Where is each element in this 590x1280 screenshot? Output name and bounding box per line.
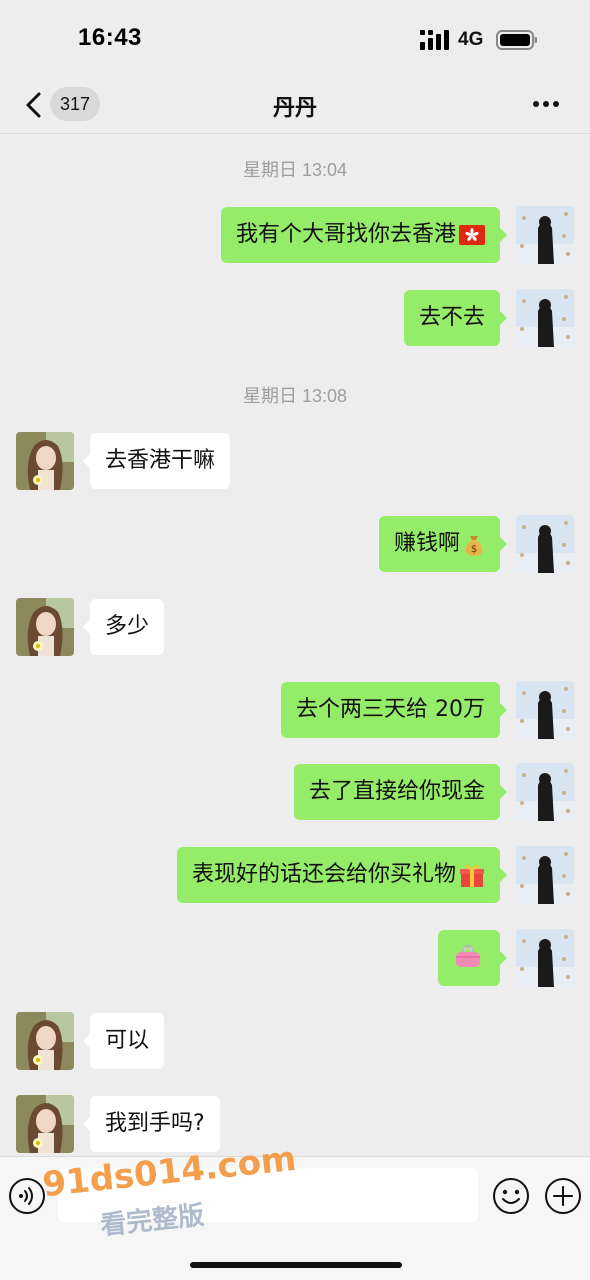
message-text: 多少 bbox=[105, 614, 150, 639]
emoji-icon[interactable] bbox=[492, 1177, 530, 1215]
battery-icon bbox=[496, 30, 537, 50]
outgoing-message-bubble[interactable]: 去个两三天给 20万 bbox=[281, 682, 507, 738]
my-avatar[interactable] bbox=[516, 681, 574, 739]
message-timestamp: 星期日 13:08 bbox=[242, 386, 348, 406]
chat-title: 丹丹 bbox=[272, 96, 317, 121]
add-icon[interactable] bbox=[544, 1177, 582, 1215]
network-type: 4G bbox=[458, 29, 484, 50]
contact-avatar[interactable] bbox=[16, 1095, 74, 1153]
outgoing-message-bubble[interactable]: 赚钱啊 $ bbox=[378, 516, 508, 572]
more-options-icon[interactable] bbox=[530, 92, 562, 116]
message-timestamp: 星期日 13:04 bbox=[242, 160, 348, 180]
message-text: 去不去 bbox=[418, 305, 485, 330]
message-text: 我到手吗? bbox=[105, 1111, 205, 1136]
incoming-message-bubble[interactable]: 多少 bbox=[82, 599, 165, 655]
svg-text:$: $ bbox=[471, 544, 477, 555]
incoming-message-bubble[interactable]: 去香港干嘛 bbox=[82, 433, 231, 489]
status-time: 16:43 bbox=[78, 24, 142, 51]
my-avatar[interactable] bbox=[516, 929, 574, 987]
message-text: 可以 bbox=[105, 1028, 150, 1053]
contact-avatar[interactable] bbox=[16, 1012, 74, 1070]
message-text: 去香港干嘛 bbox=[105, 448, 216, 473]
cellular-signal-icon bbox=[420, 30, 449, 50]
my-avatar[interactable] bbox=[516, 289, 574, 347]
my-avatar[interactable] bbox=[516, 206, 574, 264]
status-bar: 16:43 4G bbox=[0, 0, 590, 78]
incoming-message-bubble[interactable]: 可以 bbox=[82, 1013, 165, 1069]
gift-icon bbox=[460, 864, 484, 887]
chat-header: 317 丹丹 bbox=[0, 78, 590, 134]
voice-input-icon[interactable] bbox=[8, 1177, 46, 1215]
message-text: 去了直接给你现金 bbox=[308, 779, 485, 804]
outgoing-message-bubble[interactable]: 表现好的话还会给你买礼物 bbox=[176, 847, 508, 903]
message-text: 我有个大哥找你去香港 bbox=[235, 222, 456, 247]
message-text: 表现好的话还会给你买礼物 bbox=[191, 862, 456, 887]
my-avatar[interactable] bbox=[516, 763, 574, 821]
my-avatar[interactable] bbox=[516, 515, 574, 573]
home-indicator[interactable] bbox=[190, 1262, 402, 1268]
message-text: 赚钱啊 bbox=[393, 531, 460, 556]
contact-avatar[interactable] bbox=[16, 598, 74, 656]
outgoing-message-bubble[interactable] bbox=[438, 930, 507, 986]
outgoing-message-bubble[interactable]: 我有个大哥找你去香港 bbox=[220, 207, 508, 263]
message-text: 去个两三天给 20万 bbox=[296, 697, 485, 722]
outgoing-message-bubble[interactable]: 去不去 bbox=[403, 290, 508, 346]
money-bag-icon: $ bbox=[465, 536, 483, 556]
incoming-message-bubble[interactable]: 我到手吗? bbox=[83, 1096, 220, 1152]
outgoing-message-bubble[interactable]: 去了直接给你现金 bbox=[293, 764, 508, 820]
my-avatar[interactable] bbox=[516, 846, 574, 904]
contact-avatar[interactable] bbox=[16, 432, 74, 490]
hong-kong-flag-icon bbox=[459, 225, 485, 245]
purse-icon bbox=[456, 944, 480, 967]
